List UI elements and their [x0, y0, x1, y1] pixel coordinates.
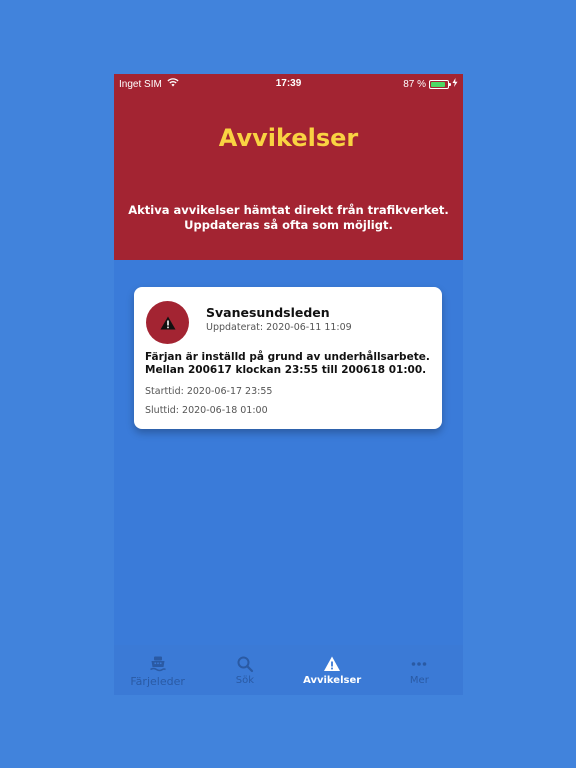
- subtitle-line: Aktiva avvikelser hämtat direkt från tra…: [128, 203, 449, 217]
- message-line: Färjan är inställd på grund av underhåll…: [145, 351, 430, 363]
- deviation-message: Färjan är inställd på grund av underhåll…: [145, 351, 437, 377]
- updated-time: Uppdaterat: 2020-06-11 11:09: [206, 322, 352, 333]
- page-subtitle: Aktiva avvikelser hämtat direkt från tra…: [114, 203, 463, 233]
- tab-more[interactable]: Mer: [376, 645, 463, 695]
- subtitle-line: Uppdateras så ofta som möjligt.: [184, 218, 393, 232]
- more-icon: [412, 662, 427, 666]
- tab-bar: Färjeleder Sök Avvikelser Mer: [114, 645, 463, 695]
- charging-icon: [452, 78, 458, 90]
- battery-status: 87 %: [403, 78, 458, 90]
- tab-search[interactable]: Sök: [201, 645, 288, 695]
- battery-icon: [429, 79, 451, 89]
- start-time: Starttid: 2020-06-17 23:55: [145, 386, 273, 397]
- ferry-icon: [149, 656, 166, 672]
- battery-percent: 87 %: [403, 78, 426, 90]
- message-line: Mellan 200617 klockan 23:55 till 200618 …: [145, 364, 427, 376]
- warning-badge: [146, 301, 189, 344]
- header: Inget SIM 17:39 87 % Avvikelser Aktiva a…: [114, 74, 463, 260]
- route-name: Svanesundsleden: [206, 305, 330, 320]
- deviation-card[interactable]: Svanesundsleden Uppdaterat: 2020-06-11 1…: [134, 287, 442, 429]
- status-bar: Inget SIM 17:39 87 %: [114, 74, 463, 94]
- tab-label: Sök: [235, 675, 254, 686]
- tab-label: Färjeleder: [130, 675, 185, 688]
- tab-ferry-routes[interactable]: Färjeleder: [114, 645, 201, 695]
- end-time: Sluttid: 2020-06-18 01:00: [145, 405, 268, 416]
- page-title: Avvikelser: [218, 124, 359, 152]
- app-screen: Inget SIM 17:39 87 % Avvikelser Aktiva a…: [114, 74, 463, 695]
- search-icon: [237, 656, 253, 673]
- tab-label: Mer: [409, 675, 429, 686]
- tab-deviations[interactable]: Avvikelser: [289, 645, 376, 695]
- warning-icon: [160, 316, 175, 329]
- warning-icon: [324, 656, 341, 671]
- tab-label: Avvikelser: [303, 675, 362, 686]
